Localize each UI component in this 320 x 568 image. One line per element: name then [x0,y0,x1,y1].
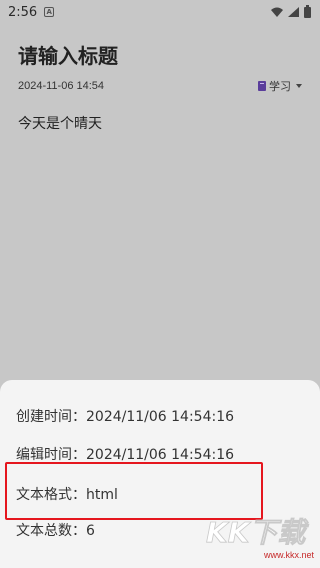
watermark-logo: KK下载 [206,516,310,548]
note-body-editor[interactable]: 今天是个晴天 [18,113,102,133]
signal-icon [288,7,299,17]
book-icon [258,81,266,91]
status-bar: 2:56 A [0,0,320,24]
watermark-logo-text: KK下载 [206,516,309,548]
highlight-annotation [5,462,263,520]
note-title-input[interactable]: 请输入标题 [18,40,118,69]
category-dropdown[interactable]: 学习 [258,78,302,94]
status-icons [271,4,311,18]
watermark: KK下载 www.kkx.net [204,514,314,560]
edited-time-row: 编辑时间：2024/11/06 14:54:16 [16,447,235,463]
status-time: 2:56 [8,4,38,20]
battery-icon [304,4,311,18]
created-time-row: 创建时间：2024/11/06 14:54:16 [16,409,235,425]
category-label: 学习 [269,80,291,93]
wifi-icon [271,7,283,17]
watermark-url: www.kkx.net [263,550,314,560]
chevron-down-icon [296,84,302,88]
text-count-row: 文本总数：6 [16,523,95,539]
note-date: 2024-11-06 14:54 [18,80,105,92]
notification-icon: A [44,7,55,17]
